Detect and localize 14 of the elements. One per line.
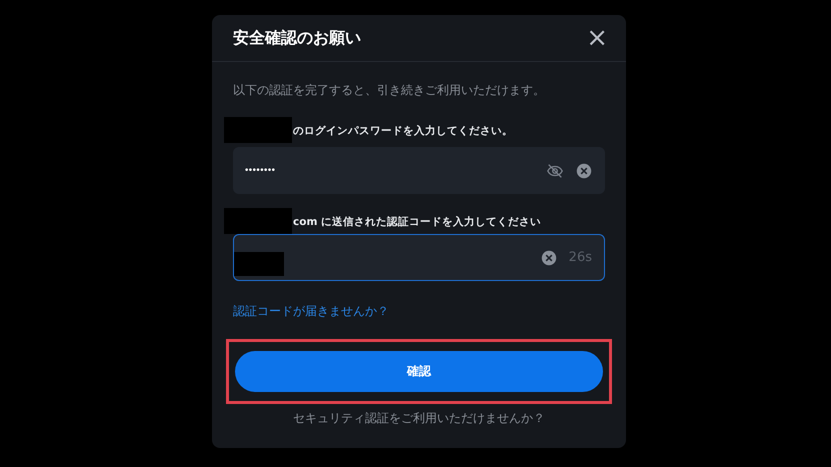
clear-icon[interactable]	[540, 250, 557, 266]
resend-link[interactable]: 認証コードが届きませんか？	[233, 303, 605, 320]
password-value: ••••••••	[244, 166, 274, 176]
instruction-text: 以下の認証を完了すると、引き続きご利用いただけます。	[233, 82, 546, 99]
field-label: com に送信された認証コードを入力してください	[293, 215, 542, 229]
eye-slash-icon[interactable]	[546, 162, 564, 180]
security-link[interactable]: セキュリティ認証をご利用いただけませんか？	[233, 410, 605, 427]
confirm-button[interactable]: 確認	[235, 351, 603, 392]
dialog-title: 安全確認のお願い	[233, 28, 361, 48]
input-field[interactable]: ••••••••	[233, 147, 605, 194]
clear-icon[interactable]	[576, 162, 592, 178]
countdown-timer: 26s	[568, 250, 592, 265]
close-button[interactable]: ×	[586, 25, 608, 51]
field-label: のログインパスワードを入力してください。	[293, 124, 513, 138]
